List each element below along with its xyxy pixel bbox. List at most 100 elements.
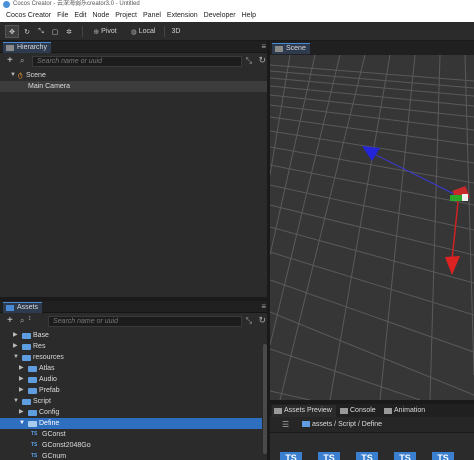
asset-folder-resources[interactable]: ▼ resources: [0, 352, 270, 363]
asset-script-gcnum[interactable]: TS GCnum: [0, 451, 270, 460]
expand-arrow-icon[interactable]: ▼: [13, 352, 19, 363]
asset-label: Script: [33, 398, 51, 405]
expand-arrow-icon[interactable]: ▼: [13, 396, 19, 407]
tab-scene[interactable]: Scene: [272, 43, 310, 54]
folder-icon: [22, 399, 31, 405]
toggle-3d-button[interactable]: 3D: [168, 25, 184, 38]
tab-assets-preview[interactable]: Assets Preview: [272, 405, 336, 417]
bottom-tab-bar: Assets Preview Console Animation: [270, 404, 474, 417]
menu-node[interactable]: Node: [92, 9, 109, 22]
folder-icon: [22, 333, 31, 339]
hierarchy-search-row: + ⌕ Search name or uuid ⤡ ↻: [0, 53, 270, 70]
assets-title: Assets: [17, 304, 39, 311]
asset-label: Prefab: [39, 387, 60, 394]
pivot-label: Pivot: [101, 28, 117, 35]
expand-arrow-icon[interactable]: ▼: [10, 70, 16, 81]
menu-project[interactable]: Project: [115, 9, 137, 22]
scene-toolbar: ✥ ↻ ⤡ ▢ ✲ ⊕ Pivot ◍ Local 3D: [0, 22, 474, 41]
assets-preview-panel: ☰ assets / Script / Define TS TS TS TS T…: [270, 417, 474, 460]
menu-help[interactable]: Help: [242, 9, 256, 22]
tab-console[interactable]: Console: [338, 405, 380, 417]
collapsed-arrow-icon[interactable]: ▶: [19, 407, 24, 418]
tree-node-scene[interactable]: ▼ ტ Scene: [0, 70, 270, 81]
menu-panel[interactable]: Panel: [143, 9, 161, 22]
local-button[interactable]: ◍ Local: [126, 25, 160, 38]
asset-folder-atlas[interactable]: ▶ Atlas: [0, 363, 270, 374]
tab-assets[interactable]: Assets: [3, 302, 43, 313]
typescript-file-icon[interactable]: TS: [280, 452, 302, 460]
scale-tool-icon[interactable]: ⤡: [35, 25, 47, 38]
collapse-all-icon[interactable]: ⤡: [246, 56, 252, 66]
add-node-icon[interactable]: +: [7, 55, 13, 66]
collapsed-arrow-icon[interactable]: ▶: [13, 330, 18, 341]
expand-arrow-icon[interactable]: ▼: [19, 418, 25, 429]
menu-cocos-creator[interactable]: Cocos Creator: [6, 9, 51, 22]
rotate-tool-icon[interactable]: ↻: [21, 25, 33, 38]
asset-script-gconst2048go[interactable]: TS GConst2048Go: [0, 440, 270, 451]
typescript-icon: TS: [31, 431, 38, 437]
asset-folder-config[interactable]: ▶ Config: [0, 407, 270, 418]
asset-folder-res[interactable]: ▶ Res: [0, 341, 270, 352]
menu-extension[interactable]: Extension: [167, 9, 198, 22]
z-axis-arrow-icon[interactable]: [362, 146, 380, 161]
hierarchy-search-input[interactable]: Search name or uuid: [32, 56, 242, 67]
scene-title: Scene: [286, 45, 306, 52]
y-axis-arrow-icon[interactable]: [445, 256, 460, 275]
asset-label: resources: [33, 354, 64, 361]
tab-animation[interactable]: Animation: [382, 405, 434, 417]
collapsed-arrow-icon[interactable]: ▶: [13, 341, 18, 352]
hierarchy-panel: Hierarchy ≡ + ⌕ Search name or uuid ⤡ ↻ …: [0, 41, 270, 297]
asset-label: Base: [33, 332, 49, 339]
tree-node-main-camera[interactable]: Main Camera: [0, 81, 270, 92]
menu-bar: Cocos Creator File Edit Node Project Pan…: [0, 9, 474, 22]
add-asset-icon[interactable]: +: [7, 315, 13, 326]
asset-folder-script[interactable]: ▼ Script: [0, 396, 270, 407]
sort-icon[interactable]: ↕: [28, 315, 32, 322]
collapsed-arrow-icon[interactable]: ▶: [19, 363, 24, 374]
menu-developer[interactable]: Developer: [204, 9, 236, 22]
z-axis-line: [371, 152, 463, 199]
refresh-icon[interactable]: ↻: [258, 55, 266, 66]
toolbar-divider: [82, 26, 83, 37]
list-view-icon[interactable]: ☰: [282, 420, 289, 429]
collapsed-arrow-icon[interactable]: ▶: [19, 374, 24, 385]
typescript-file-icon[interactable]: TS: [318, 452, 340, 460]
folder-icon: [22, 355, 31, 361]
rect-tool-icon[interactable]: ▢: [49, 25, 61, 38]
panel-menu-icon[interactable]: ≡: [261, 42, 266, 52]
refresh-icon[interactable]: ↻: [258, 315, 266, 326]
folder-icon: [28, 410, 37, 416]
search-type-icon[interactable]: ⌕: [20, 316, 24, 326]
window-title: Cocos Creator - 云深海弱乐creator3.0 - Untitl…: [13, 1, 140, 7]
collapse-all-icon[interactable]: ⤡: [246, 316, 252, 326]
hierarchy-header: Hierarchy ≡: [0, 41, 270, 53]
tab-hierarchy[interactable]: Hierarchy: [3, 42, 51, 53]
menu-file[interactable]: File: [57, 9, 68, 22]
typescript-file-icon[interactable]: TS: [356, 452, 378, 460]
asset-folder-prefab[interactable]: ▶ Prefab: [0, 385, 270, 396]
hierarchy-icon: [6, 45, 14, 51]
gizmo-center-icon[interactable]: [462, 194, 468, 201]
scene-viewport[interactable]: [270, 55, 474, 400]
scene-tab-icon: [275, 46, 283, 52]
pivot-icon: ⊕: [93, 28, 100, 36]
search-type-icon[interactable]: ⌕: [20, 56, 24, 66]
collapsed-arrow-icon[interactable]: ▶: [19, 385, 24, 396]
assets-search-row: + ⌕ ↕ Search name or uuid ⤡ ↻: [0, 313, 270, 330]
typescript-file-icon[interactable]: TS: [432, 452, 454, 460]
assets-search-input[interactable]: Search name or uuid: [48, 316, 242, 327]
tab-label: Console: [350, 407, 376, 414]
asset-label: Config: [39, 409, 60, 416]
pivot-button[interactable]: ⊕ Pivot: [88, 25, 122, 38]
asset-folder-define[interactable]: ▼ Define: [0, 418, 262, 429]
folder-icon: [6, 305, 14, 311]
x-axis-handle-icon[interactable]: [450, 195, 462, 201]
typescript-file-icon[interactable]: TS: [394, 452, 416, 460]
transform-tool-icon[interactable]: ✲: [63, 25, 75, 38]
menu-edit[interactable]: Edit: [74, 9, 86, 22]
panel-menu-icon[interactable]: ≡: [261, 302, 266, 312]
asset-folder-audio[interactable]: ▶ Audio: [0, 374, 270, 385]
asset-folder-base[interactable]: ▶ Base: [0, 330, 270, 341]
asset-script-gconst[interactable]: TS GConst: [0, 429, 270, 440]
move-tool-icon[interactable]: ✥: [5, 25, 19, 38]
